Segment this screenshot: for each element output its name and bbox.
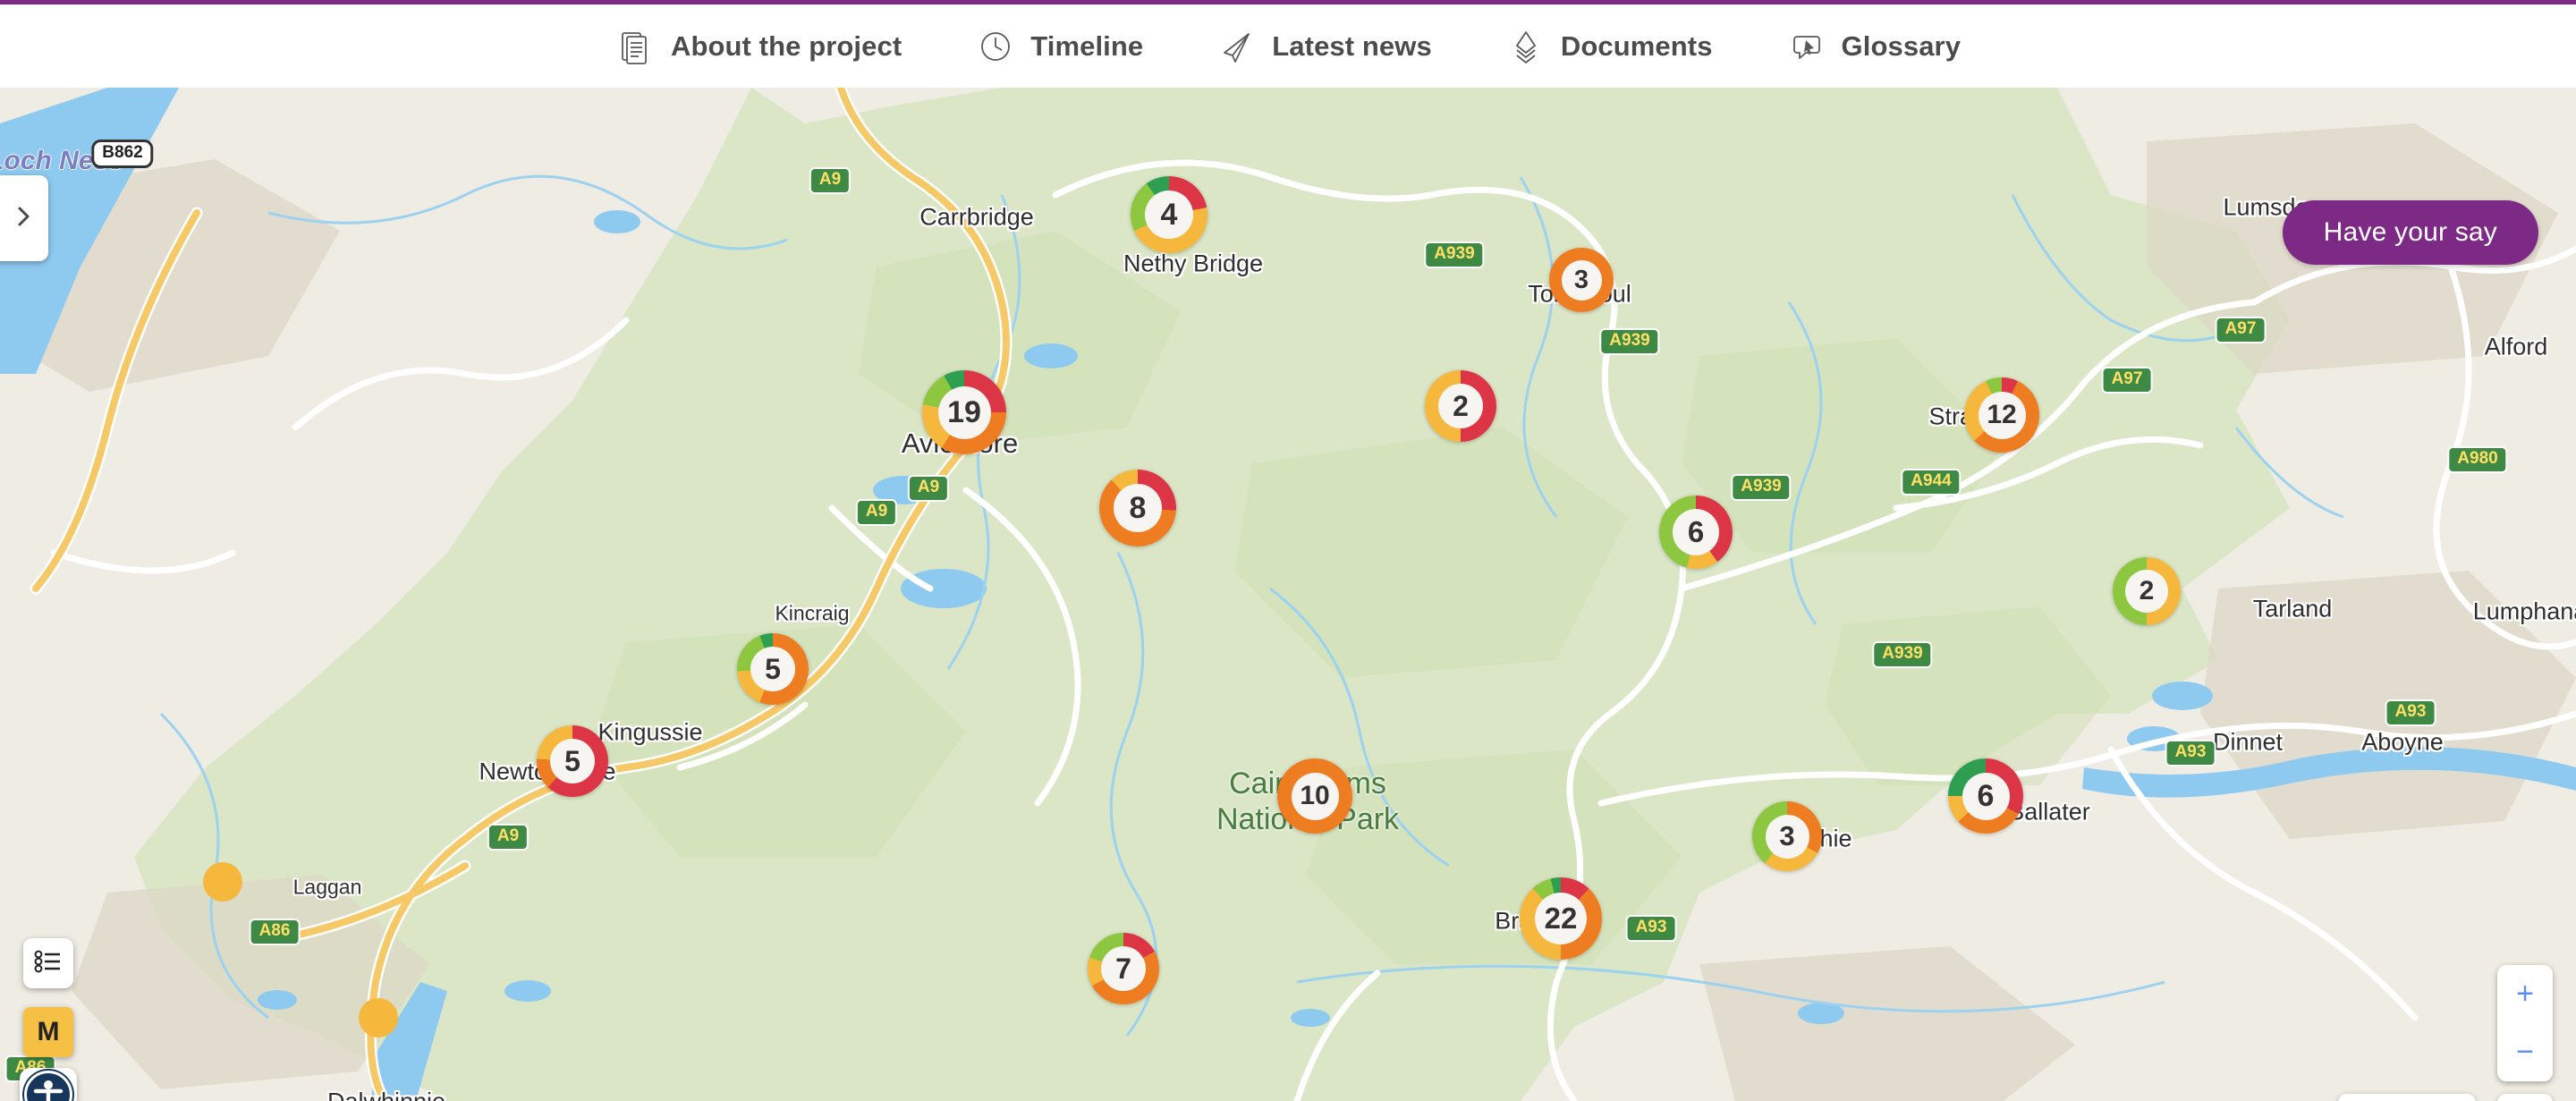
have-your-say-label: Have your say	[2323, 217, 2497, 247]
map-cluster-count: 22	[1535, 893, 1587, 944]
nav-item-latest-news[interactable]: Latest news	[1211, 22, 1437, 71]
map-cluster-marker[interactable]: 3	[1752, 801, 1822, 871]
map-cluster-count: 19	[937, 385, 991, 439]
speech-bubble-cursor-icon	[1786, 26, 1827, 67]
map-cluster-marker[interactable]: 5	[737, 633, 809, 705]
map-cluster-count: 6	[1673, 509, 1719, 555]
document-stack-icon	[615, 26, 657, 67]
map-cluster-count: 7	[1101, 946, 1146, 991]
map-style-label: M	[37, 1017, 60, 1046]
map-cluster-marker[interactable]: 5	[537, 725, 608, 797]
interactive-map[interactable]: Have your say Loch Ness Carrbridge Nethy B…	[0, 88, 2576, 1101]
map-key-button[interactable]: KEY	[2338, 1094, 2476, 1101]
map-cluster-count: 8	[1114, 484, 1162, 532]
map-cluster-marker[interactable]: 6	[1659, 495, 1733, 569]
map-cluster-count: 6	[1962, 772, 2010, 820]
map-cluster-marker[interactable]: 10	[1277, 758, 1352, 834]
map-layers-list-button[interactable]	[23, 938, 73, 988]
nav-item-timeline[interactable]: Timeline	[970, 22, 1148, 71]
zoom-in-button[interactable]: +	[2497, 965, 2553, 1023]
nav-item-documents[interactable]: Documents	[1500, 22, 1718, 71]
map-cluster-count: 2	[1438, 384, 1483, 428]
map-cluster-marker[interactable]: 6	[1948, 758, 2023, 834]
map-cluster-count: 3	[1765, 814, 1809, 859]
nav-label: About the project	[670, 30, 902, 62]
zoom-out-button[interactable]: −	[2497, 1023, 2553, 1081]
map-cluster-marker[interactable]: 2	[1425, 370, 1496, 442]
chevron-right-icon	[10, 203, 37, 234]
clock-icon	[975, 26, 1016, 67]
list-bullets-icon	[33, 948, 64, 979]
paper-plane-icon	[1216, 26, 1258, 67]
nav-label: Glossary	[1841, 30, 1962, 62]
map-cluster-marker[interactable]: 8	[1099, 470, 1176, 546]
map-point-marker[interactable]	[203, 862, 242, 902]
map-cluster-count: 4	[1145, 191, 1193, 239]
locate-me-button[interactable]	[2497, 1094, 2553, 1101]
zoom-controls[interactable]: + −	[2497, 965, 2553, 1081]
map-cluster-marker[interactable]: 4	[1131, 176, 1208, 253]
map-cluster-count: 10	[1291, 772, 1339, 820]
side-panel-toggle-button[interactable]	[0, 175, 48, 261]
map-cluster-count: 2	[2125, 570, 2168, 613]
main-navigation: About the project Timeline Latest news D…	[0, 0, 2576, 88]
map-cluster-marker[interactable]: 2	[2113, 557, 2181, 625]
nav-item-about-the-project[interactable]: About the project	[610, 22, 907, 71]
map-cluster-marker[interactable]: 12	[1964, 377, 2039, 453]
nav-label: Latest news	[1272, 30, 1432, 62]
accessibility-button[interactable]	[20, 1068, 77, 1101]
map-cluster-count: 12	[1978, 391, 2026, 439]
map-cluster-marker[interactable]: 3	[1549, 248, 1614, 312]
accessibility-person-icon	[21, 1067, 76, 1101]
map-base-layer	[0, 88, 2576, 1101]
map-cluster-marker[interactable]: 22	[1520, 877, 1602, 960]
nav-item-glossary[interactable]: Glossary	[1781, 22, 1967, 71]
nav-label: Timeline	[1030, 30, 1144, 62]
map-cluster-count: 3	[1561, 259, 1602, 301]
map-cluster-marker[interactable]: 19	[922, 370, 1006, 454]
map-style-button[interactable]: M	[23, 1007, 73, 1057]
have-your-say-button[interactable]: Have your say	[2282, 200, 2538, 265]
map-cluster-marker[interactable]: 7	[1088, 933, 1159, 1004]
map-cluster-count: 5	[750, 647, 795, 691]
documents-icon	[1505, 26, 1546, 67]
map-cluster-count: 5	[550, 739, 595, 783]
nav-label: Documents	[1560, 30, 1713, 62]
map-point-marker[interactable]	[359, 998, 398, 1037]
